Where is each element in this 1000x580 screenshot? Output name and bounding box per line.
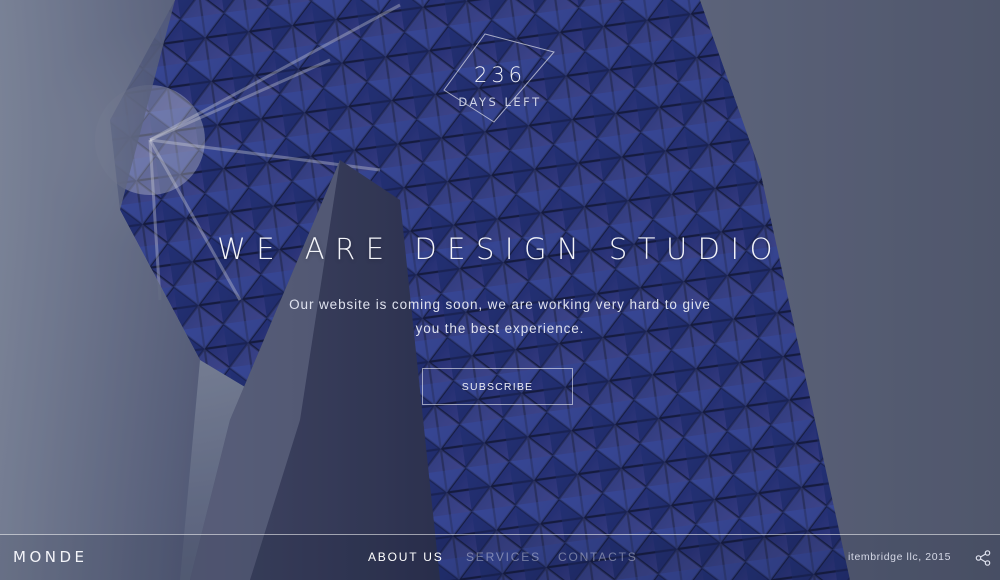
days-count: 236	[473, 63, 527, 87]
logo[interactable]: MONDE	[13, 548, 88, 566]
days-left-label: DAYS LEFT	[458, 95, 542, 109]
countdown-badge: 236 DAYS LEFT	[430, 28, 570, 128]
nav-about-us[interactable]: ABOUT US	[368, 550, 444, 564]
page-title: WE ARE DESIGN STUDIO	[217, 232, 783, 266]
copyright-text: itembridge llc, 2015	[848, 551, 952, 563]
nav-contacts[interactable]: CONTACTS	[558, 550, 638, 564]
footer-bar: MONDE ABOUT US SERVICES CONTACTS itembri…	[0, 534, 1000, 580]
share-icon[interactable]	[975, 550, 991, 566]
subscribe-button[interactable]: SUBSCRIBE	[422, 368, 573, 405]
tagline: Our website is coming soon, we are worki…	[289, 297, 711, 336]
nav-services[interactable]: SERVICES	[466, 550, 541, 564]
